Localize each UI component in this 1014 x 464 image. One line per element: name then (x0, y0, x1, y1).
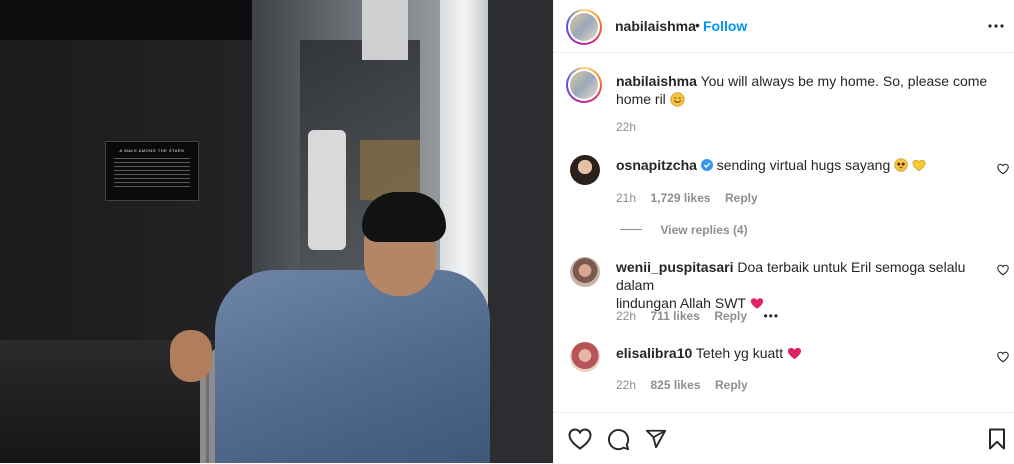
reply-button[interactable]: Reply (714, 309, 747, 323)
more-options-icon[interactable] (987, 19, 1005, 33)
view-replies-label[interactable]: View replies (4) (660, 223, 747, 237)
post-action-bar (554, 412, 1014, 464)
photo-person-hair (362, 192, 446, 242)
photo-person-hand (170, 330, 212, 382)
comment-body: osnapitzcha sending virtual hugs sayang (616, 156, 926, 174)
commenter-avatar[interactable] (570, 155, 600, 185)
commenter-avatar[interactable] (570, 257, 600, 287)
comment-body: wenii_puspitasari Doa terbaik untuk Eril… (616, 258, 986, 312)
author-avatar[interactable] (566, 9, 602, 45)
comment-meta: 21h 1,729 likes Reply (616, 189, 758, 207)
comment-like-icon[interactable] (997, 351, 1009, 363)
comment-time: 21h (616, 191, 637, 205)
photo-pillar (488, 0, 553, 463)
caption-time: 22h (616, 120, 637, 134)
view-replies-divider (620, 229, 642, 231)
post-header: nabilaishma • Follow (554, 0, 1014, 53)
plaque-text-lines (114, 158, 190, 188)
comment-options-icon[interactable]: ••• (763, 309, 779, 323)
comment-time: 22h (616, 378, 637, 392)
comment-meta: 22h 825 likes Reply (616, 376, 748, 394)
follow-button[interactable]: Follow (703, 18, 747, 34)
comment-username[interactable]: osnapitzcha (616, 157, 697, 173)
comment-username[interactable]: wenii_puspitasari (616, 259, 733, 275)
pleading-face-emoji-icon (894, 158, 908, 172)
comment-body: elisalibra10 Teteh yg kuatt (616, 344, 802, 362)
smile-emoji-icon (670, 92, 685, 107)
comment-icon[interactable] (607, 428, 630, 451)
post-side-panel: nabilaishma • Follow nabilaishma You wil… (553, 0, 1014, 463)
comment-like-icon[interactable] (997, 163, 1009, 175)
comment-meta: 22h 711 likes Reply ••• (616, 307, 779, 325)
like-icon[interactable] (568, 428, 592, 450)
header-separator: • (695, 17, 700, 33)
photo-trophy (360, 140, 420, 200)
save-icon[interactable] (988, 428, 1006, 450)
photo-jersey (308, 130, 346, 250)
comment-username[interactable]: elisalibra10 (616, 345, 692, 361)
red-heart-emoji-icon (787, 347, 801, 360)
caption-username[interactable]: nabilaishma (616, 73, 697, 89)
photo-plaque: A WALK AMONG THE STARS (105, 141, 199, 201)
photo-jersey-top (362, 0, 408, 60)
comment-time: 22h (616, 309, 637, 323)
author-username[interactable]: nabilaishma (615, 18, 696, 34)
post-photo[interactable]: A WALK AMONG THE STARS (0, 0, 553, 463)
caption-body: nabilaishma You will always be my home. … (616, 72, 996, 108)
comment-text: sending virtual hugs sayang (716, 157, 891, 173)
comment-likes[interactable]: 1,729 likes (650, 191, 710, 205)
comment-likes[interactable]: 711 likes (650, 309, 699, 323)
photo-ceiling (0, 0, 260, 40)
verified-badge-icon (700, 159, 713, 171)
commenter-avatar[interactable] (570, 342, 600, 372)
plaque-title: A WALK AMONG THE STARS (119, 148, 185, 153)
yellow-heart-emoji-icon (912, 159, 926, 172)
comment-likes[interactable]: 825 likes (650, 378, 700, 392)
reply-button[interactable]: Reply (715, 378, 748, 392)
comment-text: Teteh yg kuatt (695, 345, 784, 361)
view-replies-link[interactable]: View replies (4) (620, 221, 748, 239)
comment-like-icon[interactable] (997, 264, 1009, 276)
share-icon[interactable] (645, 428, 667, 450)
reply-button[interactable]: Reply (725, 191, 758, 205)
caption-author-avatar[interactable] (566, 67, 602, 103)
photo-person-jacket (215, 270, 490, 463)
